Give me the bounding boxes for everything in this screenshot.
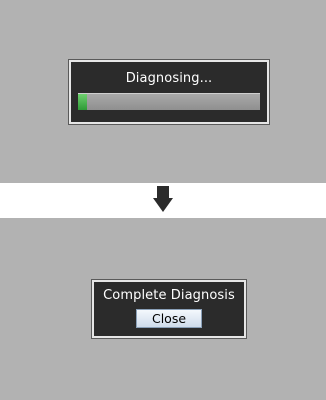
diagnosing-title: Diagnosing... (125, 71, 213, 86)
close-button[interactable]: Close (136, 309, 202, 328)
complete-screen: Complete Diagnosis Close (0, 218, 326, 400)
diagnosis-progress-bar (78, 93, 260, 110)
diagnosing-screen: Diagnosing... (0, 0, 326, 183)
progress-fill (78, 94, 88, 110)
diagnosing-dialog: Diagnosing... (68, 59, 270, 125)
complete-dialog: Complete Diagnosis Close (91, 279, 247, 339)
complete-title: Complete Diagnosis (103, 288, 235, 303)
down-arrow-icon (153, 186, 173, 212)
